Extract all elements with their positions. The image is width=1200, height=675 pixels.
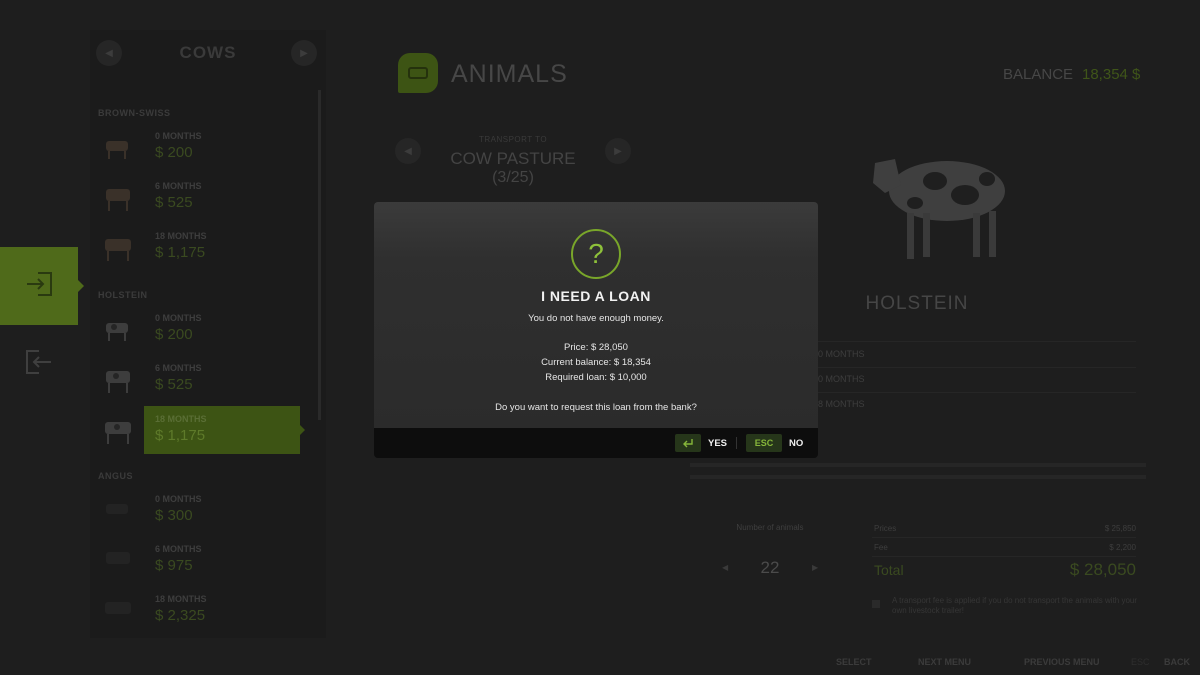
- login-icon: [24, 271, 54, 302]
- increase-button[interactable]: ▶: [812, 563, 818, 572]
- transport-destination: COW PASTURE: [450, 149, 576, 168]
- nav-sell-animals[interactable]: [0, 325, 78, 403]
- next-category-button[interactable]: ▶: [291, 40, 317, 66]
- item-age: 6 MONTHS: [155, 544, 202, 554]
- item-price: $ 300: [155, 507, 193, 524]
- dialog-button-bar: YES ESC NO: [374, 428, 818, 458]
- item-price: $ 975: [155, 557, 193, 574]
- list-item-selected[interactable]: 18 MONTHS $ 1,175: [94, 406, 305, 454]
- fee-value: $ 2,200: [1109, 543, 1136, 552]
- logout-icon: [24, 349, 54, 380]
- item-age: 6 MONTHS: [155, 181, 202, 191]
- holstein-calf-thumbnail: [100, 311, 136, 347]
- group-label-angus: ANGUS: [98, 471, 134, 481]
- item-age: 0 MONTHS: [155, 494, 202, 504]
- footer-hints: SELECT NEXT MENU PREVIOUS MENU ESC BACK: [0, 654, 1200, 672]
- transport-label: TRANSPORT TO: [478, 135, 548, 144]
- holstein-cow-thumbnail: [100, 412, 136, 448]
- dialog-message: You do not have enough money.: [528, 313, 664, 324]
- page-title: ANIMALS: [451, 60, 568, 88]
- hint-previous-menu[interactable]: PREVIOUS MENU: [1024, 657, 1100, 667]
- list-item[interactable]: 6 MONTHS $ 525: [94, 355, 304, 403]
- prices-label: Prices: [874, 524, 897, 533]
- category-title: COWS: [179, 43, 237, 62]
- list-header: ◀ COWS ▶: [90, 36, 326, 70]
- holstein-cow-image: [855, 133, 1015, 265]
- total-label: Total: [874, 562, 904, 578]
- next-destination-button[interactable]: ▶: [605, 138, 631, 164]
- list-item[interactable]: 0 MONTHS $ 200: [94, 305, 304, 353]
- detail-row: 8 MONTHS: [818, 399, 865, 409]
- item-price: $ 525: [155, 376, 193, 393]
- brown-cow-thumbnail: [100, 179, 136, 215]
- brown-cow-calf-thumbnail: [100, 129, 136, 165]
- item-price: $ 1,175: [155, 244, 206, 261]
- balance-value: 18,354 $: [1082, 66, 1141, 83]
- hint-next-menu[interactable]: NEXT MENU: [918, 657, 971, 667]
- enter-key-icon[interactable]: [675, 434, 701, 452]
- decrease-button[interactable]: ◀: [722, 563, 728, 572]
- transport-fee-note: A transport fee is applied if you do not…: [892, 596, 1138, 615]
- number-of-animals-value[interactable]: 22: [740, 558, 800, 578]
- item-price: $ 1,175: [155, 427, 206, 444]
- prices-value: $ 25,850: [1104, 524, 1136, 533]
- hint-back-key: ESC: [1131, 657, 1150, 667]
- detail-row: 0 MONTHS: [818, 349, 865, 359]
- item-age: 0 MONTHS: [155, 131, 202, 141]
- loan-dialog: ? I NEED A LOAN You do not have enough m…: [374, 202, 818, 428]
- list-item[interactable]: 18 MONTHS $ 1,175: [94, 223, 304, 271]
- item-price: $ 200: [155, 326, 193, 343]
- prev-category-button[interactable]: ◀: [96, 40, 122, 66]
- dialog-balance: Current balance: $ 18,354: [541, 357, 651, 368]
- dialog-price: Price: $ 28,050: [564, 342, 628, 353]
- esc-key-badge[interactable]: ESC: [746, 434, 782, 452]
- animal-list-panel: ◀ COWS ▶ BROWN-SWISS 0 MONTHS $ 200 6 MO…: [90, 30, 326, 638]
- holstein-cow-thumbnail: [100, 361, 136, 397]
- total-value: $ 28,050: [1069, 560, 1136, 579]
- item-age: 18 MONTHS: [155, 414, 207, 424]
- item-age: 6 MONTHS: [155, 363, 202, 373]
- divider: [736, 437, 737, 449]
- no-button[interactable]: NO: [789, 438, 803, 449]
- animal-description: [690, 461, 1146, 486]
- animals-logo-icon: [398, 53, 438, 93]
- item-age: 18 MONTHS: [155, 594, 207, 604]
- item-price: $ 525: [155, 194, 193, 211]
- hint-back[interactable]: BACK: [1164, 657, 1190, 667]
- list-item[interactable]: 18 MONTHS $ 2,325: [94, 586, 304, 634]
- hint-select[interactable]: SELECT: [836, 657, 872, 667]
- angus-cow-thumbnail: [100, 592, 136, 628]
- dialog-title: I NEED A LOAN: [541, 288, 651, 304]
- angus-cow-thumbnail: [100, 542, 136, 578]
- balance-label: BALANCE: [1003, 66, 1074, 83]
- item-price: $ 2,325: [155, 607, 206, 624]
- angus-calf-thumbnail: [100, 492, 136, 528]
- transport-count: (3/25): [492, 169, 534, 186]
- number-of-animals-label: Number of animals: [736, 523, 804, 532]
- detail-row: 0 MONTHS: [818, 374, 865, 384]
- list-scrollbar[interactable]: [318, 90, 321, 420]
- animal-name: HOLSTEIN: [865, 293, 969, 314]
- list-item[interactable]: 0 MONTHS $ 300: [94, 486, 304, 534]
- fee-label: Fee: [874, 543, 888, 552]
- divider: [872, 556, 1136, 557]
- transport-fee-checkbox[interactable]: [872, 600, 880, 608]
- nav-buy-animals[interactable]: [0, 247, 84, 325]
- question-icon: ?: [571, 229, 621, 279]
- dialog-question: Do you want to request this loan from th…: [495, 402, 697, 413]
- brown-cow-thumbnail: [100, 229, 136, 265]
- group-label-brown-swiss: BROWN-SWISS: [98, 108, 171, 118]
- dialog-loan: Required loan: $ 10,000: [545, 372, 647, 383]
- yes-button[interactable]: YES: [708, 438, 727, 449]
- item-age: 0 MONTHS: [155, 313, 202, 323]
- item-age: 18 MONTHS: [155, 231, 207, 241]
- prev-destination-button[interactable]: ◀: [395, 138, 421, 164]
- list-item[interactable]: 0 MONTHS $ 200: [94, 123, 304, 171]
- list-item[interactable]: 6 MONTHS $ 975: [94, 536, 304, 584]
- item-price: $ 200: [155, 144, 193, 161]
- group-label-holstein: HOLSTEIN: [98, 290, 148, 300]
- divider: [872, 537, 1136, 538]
- list-item[interactable]: 6 MONTHS $ 525: [94, 173, 304, 221]
